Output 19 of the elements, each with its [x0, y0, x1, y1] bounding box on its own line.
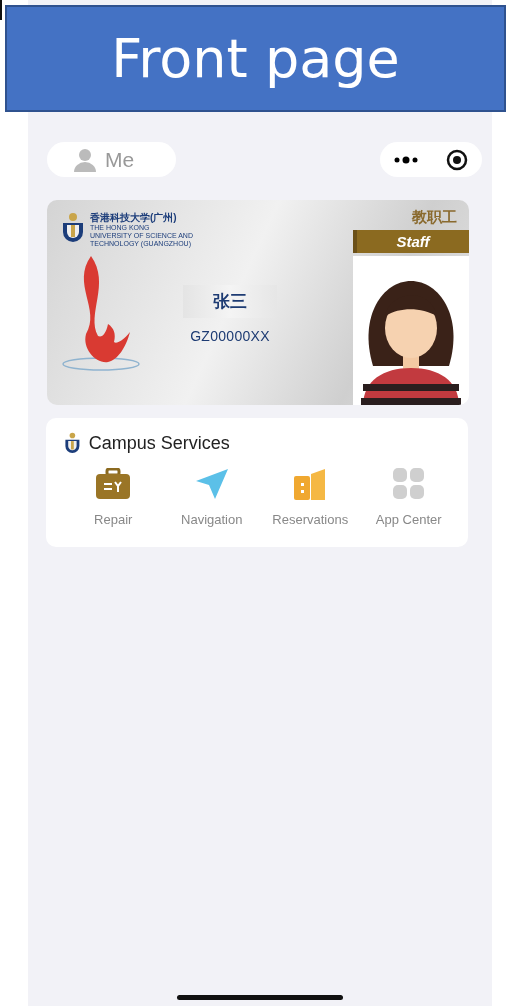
- page-title-banner: Front page: [5, 5, 506, 112]
- buildings-icon: [293, 468, 328, 501]
- service-shortcut[interactable]: App Center: [359, 468, 458, 528]
- flame-emblem-icon: [61, 254, 141, 374]
- navigation-arrow-icon: [194, 468, 229, 501]
- id-number: GZ00000XX: [190, 327, 270, 344]
- role-band: Staff: [353, 230, 469, 253]
- service-shortcut[interactable]: Repair: [64, 468, 163, 528]
- section-title: Campus Services: [88, 432, 230, 454]
- university-name-chinese: 香港科技大学(广州): [90, 212, 178, 224]
- service-shortcut[interactable]: Reservations: [261, 468, 360, 528]
- person-icon: [73, 147, 97, 172]
- university-logo-icon: [61, 212, 85, 244]
- profile-button[interactable]: Me: [47, 142, 176, 177]
- university-logo-icon: [64, 432, 81, 455]
- service-shortcut[interactable]: Navigation: [162, 468, 261, 528]
- app-grid-icon: [392, 468, 425, 501]
- role-chinese: 教职工: [411, 207, 458, 227]
- toolbox-icon: [95, 468, 132, 501]
